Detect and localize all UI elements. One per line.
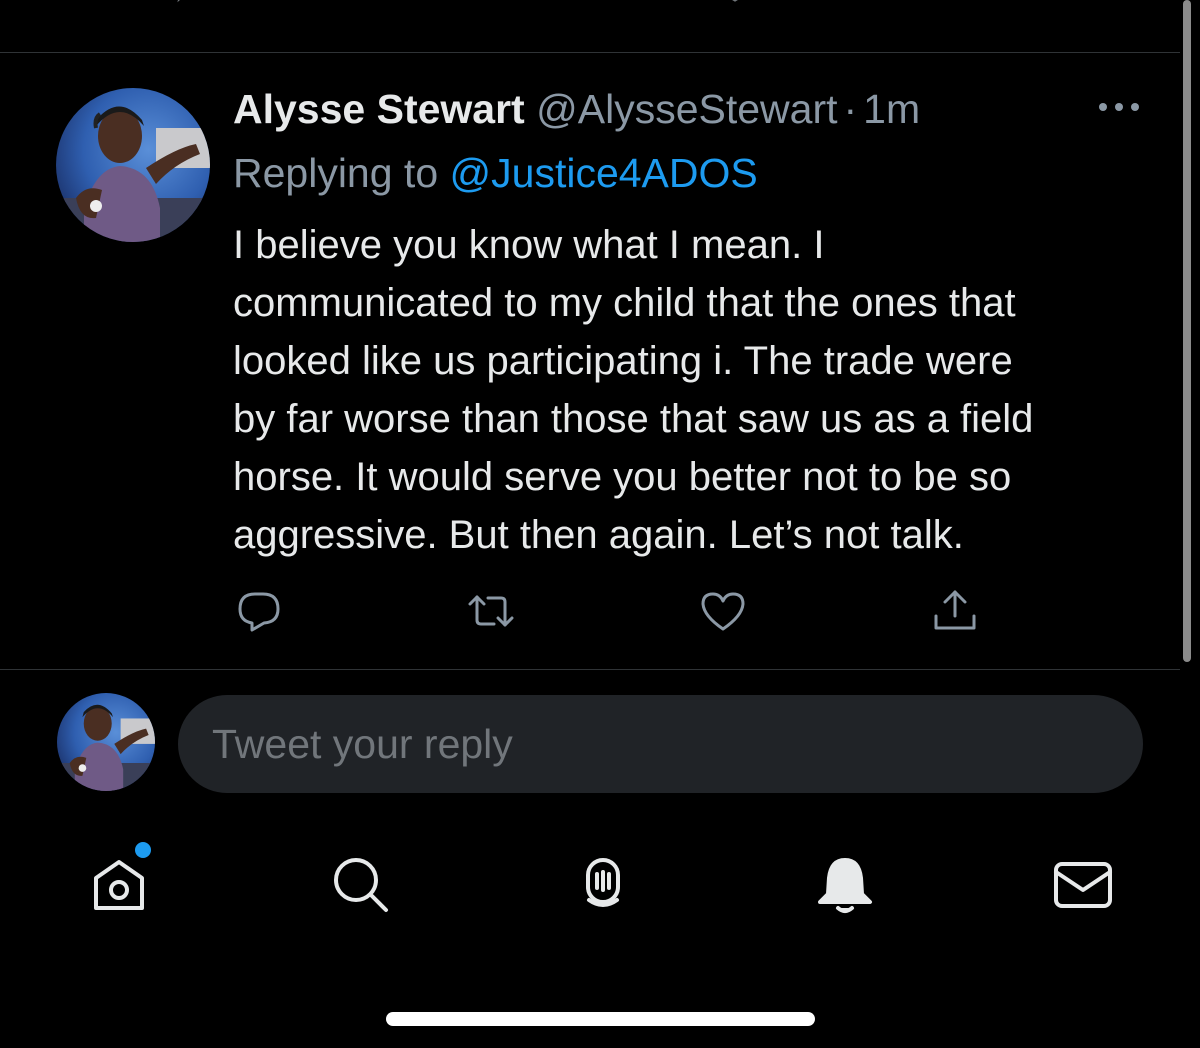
replying-to-label: Replying to	[233, 150, 450, 196]
user-handle[interactable]: @AlysseStewart	[536, 86, 837, 132]
share-button[interactable]	[930, 586, 980, 636]
separator: ·	[843, 86, 858, 132]
retweet-button[interactable]	[466, 586, 516, 636]
tab-home[interactable]	[86, 852, 152, 918]
reply-button[interactable]	[234, 586, 284, 636]
tweet-time[interactable]: 1m	[863, 86, 920, 132]
tab-notifications[interactable]	[812, 852, 878, 918]
avatar[interactable]	[56, 88, 210, 242]
retweet-icon	[468, 595, 514, 627]
tab-spaces[interactable]	[570, 852, 636, 918]
notifications-icon	[818, 858, 872, 913]
scrollbar[interactable]	[1183, 0, 1191, 662]
reply-icon[interactable]	[168, 0, 218, 16]
spaces-icon	[586, 858, 620, 907]
reply-input[interactable]	[178, 695, 1143, 793]
more-icon[interactable]	[1097, 99, 1141, 115]
display-name[interactable]: Alysse Stewart	[233, 86, 525, 132]
messages-icon	[1054, 862, 1112, 908]
mention-link[interactable]: @Justice4ADOS	[450, 150, 758, 196]
search-icon	[334, 858, 388, 912]
reply-icon	[238, 592, 280, 632]
divider-bottom	[0, 669, 1180, 670]
tab-messages[interactable]	[1050, 852, 1116, 918]
home-icon	[94, 860, 144, 910]
like-icon	[701, 592, 745, 631]
tab-search[interactable]	[328, 852, 394, 918]
composer-avatar[interactable]	[57, 693, 155, 791]
retweet-icon[interactable]	[440, 0, 494, 16]
divider-top	[0, 52, 1180, 53]
replying-to: Replying to @Justice4ADOS	[233, 148, 758, 198]
share-icon[interactable]	[978, 0, 1034, 20]
like-button[interactable]	[698, 586, 748, 636]
home-indicator[interactable]	[386, 1012, 815, 1026]
home-notification-dot	[135, 842, 151, 858]
share-icon	[934, 590, 976, 630]
tweet-text: I believe you know what I mean. I commun…	[233, 223, 1034, 557]
like-icon[interactable]	[710, 0, 760, 20]
tweet-header: Alysse Stewart @AlysseStewart · 1m	[233, 84, 920, 134]
